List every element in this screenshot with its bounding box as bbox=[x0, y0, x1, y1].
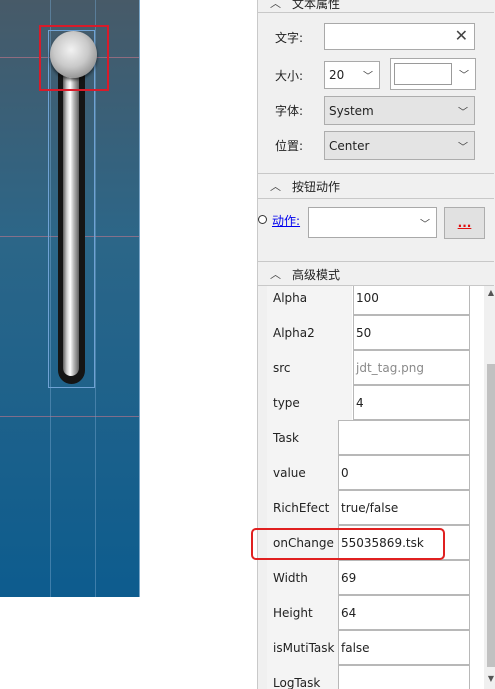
chevron-down-icon: ﹀ bbox=[458, 107, 468, 118]
property-key: Alpha bbox=[267, 286, 352, 315]
property-row-src[interactable]: src jdt_tag.png bbox=[267, 350, 484, 385]
section-divider bbox=[258, 12, 494, 13]
text-position-select[interactable]: Center ﹀ bbox=[324, 131, 475, 160]
property-grid: Alpha 100 Alpha2 50 src jdt_tag.png type 4 Task v… bbox=[267, 286, 484, 689]
section-title: 文本属性 bbox=[292, 0, 341, 11]
browse-button[interactable]: ... bbox=[444, 207, 485, 239]
font-family-value: System bbox=[329, 103, 374, 118]
property-row-width[interactable]: Width 69 bbox=[267, 560, 484, 595]
font-size-value: 20 bbox=[329, 68, 345, 82]
property-row-type[interactable]: type 4 bbox=[267, 385, 484, 420]
action-radio[interactable] bbox=[258, 215, 267, 224]
position-label: 位置: bbox=[275, 139, 304, 153]
property-key: src bbox=[267, 350, 352, 385]
property-value[interactable]: true/false bbox=[338, 490, 470, 525]
section-divider bbox=[258, 173, 494, 174]
property-value[interactable]: 50 bbox=[353, 315, 470, 350]
section-title: 高级模式 bbox=[292, 267, 341, 282]
property-row-value[interactable]: value 0 bbox=[267, 455, 484, 490]
action-select[interactable]: ﹀ bbox=[308, 207, 437, 238]
property-grid-scrollbar[interactable]: ▲ ▼ bbox=[485, 286, 495, 689]
font-family-select[interactable]: System ﹀ bbox=[324, 96, 475, 125]
property-row-task[interactable]: Task bbox=[267, 420, 484, 455]
property-row-alpha[interactable]: Alpha 100 bbox=[267, 286, 484, 315]
property-value[interactable]: 4 bbox=[353, 385, 470, 420]
collapse-chevron-icon[interactable]: ︿ bbox=[270, 266, 284, 282]
slider-bar bbox=[63, 68, 79, 376]
properties-panel: ︿ 文本属性 文字: ✕ 大小: 20 ﹀ ﹀ 字体: System ﹀ 位置:… bbox=[257, 0, 495, 689]
property-row-richefect[interactable]: RichEfect true/false bbox=[267, 490, 484, 525]
size-label: 大小: bbox=[275, 69, 304, 83]
property-row-alpha2[interactable]: Alpha2 50 bbox=[267, 315, 484, 350]
knob-selection-box bbox=[39, 25, 109, 91]
font-color-picker[interactable]: ﹀ bbox=[390, 58, 476, 90]
section-title: 按钮动作 bbox=[292, 179, 341, 194]
collapse-chevron-icon[interactable]: ︿ bbox=[270, 0, 284, 11]
design-canvas[interactable] bbox=[0, 0, 140, 597]
property-key: type bbox=[267, 385, 352, 420]
font-label: 字体: bbox=[275, 104, 304, 118]
chevron-down-icon: ﹀ bbox=[420, 219, 430, 230]
scroll-up-icon[interactable]: ▲ bbox=[486, 288, 495, 297]
property-value[interactable]: 100 bbox=[353, 286, 470, 315]
scroll-down-icon[interactable]: ▼ bbox=[486, 674, 495, 683]
scrollbar-thumb[interactable] bbox=[487, 364, 495, 667]
property-key: Alpha2 bbox=[267, 315, 352, 350]
chevron-down-icon: ﹀ bbox=[459, 70, 469, 82]
action-link[interactable]: 动作: bbox=[272, 212, 300, 229]
property-value[interactable]: false bbox=[338, 630, 470, 665]
text-label: 文字: bbox=[275, 31, 304, 45]
text-position-value: Center bbox=[329, 138, 370, 153]
property-value[interactable]: 64 bbox=[338, 595, 470, 630]
property-row-logtask[interactable]: LogTask bbox=[267, 665, 484, 689]
property-value[interactable] bbox=[338, 665, 470, 689]
onchange-highlight-box bbox=[251, 528, 445, 560]
property-value[interactable]: 0 bbox=[338, 455, 470, 490]
chevron-down-icon: ﹀ bbox=[363, 71, 373, 83]
property-value[interactable]: 69 bbox=[338, 560, 470, 595]
property-row-ismutitask[interactable]: isMutiTask false bbox=[267, 630, 484, 665]
property-value[interactable]: jdt_tag.png bbox=[353, 350, 470, 385]
property-value[interactable] bbox=[338, 420, 470, 455]
chevron-down-icon: ﹀ bbox=[458, 142, 468, 153]
advanced-mode-header[interactable]: ︿ 高级模式 bbox=[258, 263, 494, 285]
property-row-height[interactable]: Height 64 bbox=[267, 595, 484, 630]
font-size-select[interactable]: 20 ﹀ bbox=[324, 61, 380, 89]
section-divider bbox=[258, 198, 494, 199]
color-swatch bbox=[394, 63, 452, 85]
text-input[interactable]: ✕ bbox=[324, 23, 475, 50]
close-icon[interactable]: ✕ bbox=[455, 27, 468, 45]
section-divider bbox=[258, 261, 494, 262]
collapse-chevron-icon[interactable]: ︿ bbox=[270, 178, 284, 194]
button-action-header[interactable]: ︿ 按钮动作 bbox=[258, 175, 494, 197]
guide-line bbox=[0, 416, 139, 417]
